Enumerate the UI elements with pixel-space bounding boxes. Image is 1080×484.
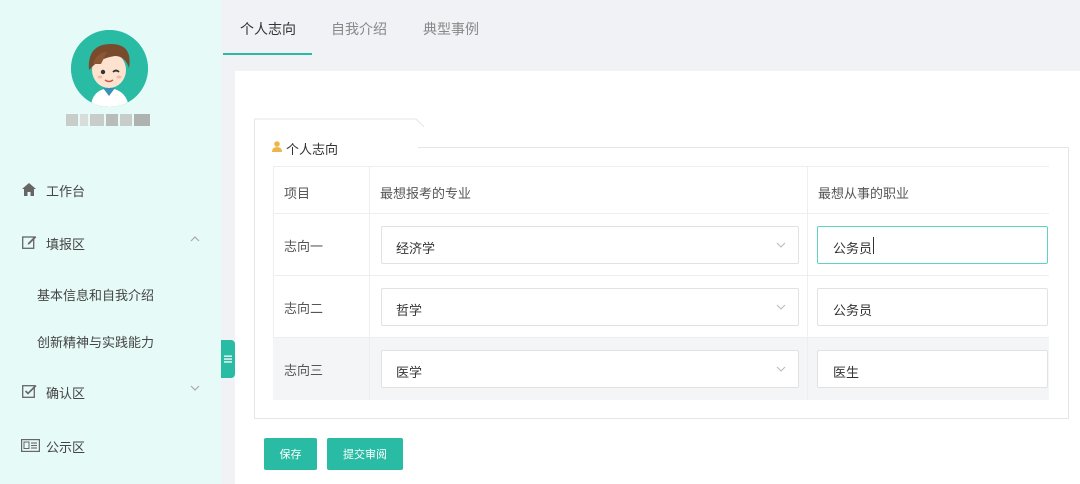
chevron-down-icon [776,362,786,375]
row-label: 志向三 [284,364,324,379]
sidebar-item-label: 工作台 [46,185,86,200]
text-cursor [873,237,874,254]
table-row: 志向二 哲学 公务员 [273,276,1049,338]
submit-review-button[interactable]: 提交审阅 [327,438,403,470]
sidebar: 工作台 填报区 基本信息和自我介绍 创新精神与实践能力 确认区 公示区 [0,0,221,484]
row-label: 志向二 [284,302,324,317]
menu-lines-icon [224,355,232,363]
sidebar-subitem-label: 基本信息和自我介绍 [37,289,155,304]
major-select[interactable]: 哲学 [381,288,799,326]
table-header-row: 项目 最想报考的专业 最想从事的职业 [273,166,1049,214]
input-value: 医生 [833,366,860,381]
row-label: 志向一 [284,240,324,255]
select-value: 经济学 [396,242,436,257]
column-header: 项目 [284,187,311,202]
career-input[interactable]: 医生 [817,350,1048,388]
aspiration-table: 项目 最想报考的专业 最想从事的职业 志向一 经济学 公务员 志向二 哲学 公务… [273,166,1049,400]
table-row: 志向三 医学 医生 [273,338,1049,400]
tab-self-intro[interactable]: 自我介绍 [331,19,387,39]
table-row: 志向一 经济学 公务员 [273,214,1049,276]
active-tab-indicator [223,53,312,55]
username-blurred [66,110,152,134]
edit-icon [21,234,37,250]
checkbox-icon [21,383,37,399]
chevron-down-icon [776,238,786,251]
major-select[interactable]: 经济学 [381,226,799,264]
major-select[interactable]: 医学 [381,350,799,388]
chevron-down-icon [190,383,200,394]
input-value: 公务员 [833,304,873,319]
chevron-up-icon [190,234,200,245]
sidebar-subitem-label: 创新精神与实践能力 [37,336,155,351]
tab-personal-aspiration[interactable]: 个人志向 [240,19,296,39]
sidebar-item-label: 公示区 [46,441,86,456]
sidebar-subitem-innovation[interactable]: 创新精神与实践能力 [0,320,221,360]
sidebar-item-workbench[interactable]: 工作台 [0,169,221,209]
sidebar-item-label: 确认区 [46,387,86,402]
sidebar-subitem-basic-info[interactable]: 基本信息和自我介绍 [0,273,221,313]
tab-typical-cases[interactable]: 典型事例 [423,19,479,39]
select-value: 哲学 [396,304,423,319]
sidebar-item-public-area[interactable]: 公示区 [0,425,221,465]
sidebar-item-confirm-area[interactable]: 确认区 [0,371,221,411]
input-value: 公务员 [833,242,873,257]
avatar[interactable] [71,30,148,107]
career-input[interactable]: 公务员 [817,226,1048,264]
home-icon [21,181,37,197]
user-icon [272,141,282,156]
column-header: 最想从事的职业 [818,187,910,202]
chevron-down-icon [776,300,786,313]
sidebar-item-fill-area[interactable]: 填报区 [0,222,221,262]
select-value: 医学 [396,366,423,381]
column-header: 最想报考的专业 [380,187,472,202]
sidebar-item-label: 填报区 [46,238,86,253]
section-title-text: 个人志向 [286,143,339,158]
id-card-icon [20,437,40,453]
save-button[interactable]: 保存 [264,438,317,470]
sidebar-collapse-handle[interactable] [221,340,235,378]
section-title: 个人志向 [272,139,338,158]
career-input[interactable]: 公务员 [817,288,1048,326]
